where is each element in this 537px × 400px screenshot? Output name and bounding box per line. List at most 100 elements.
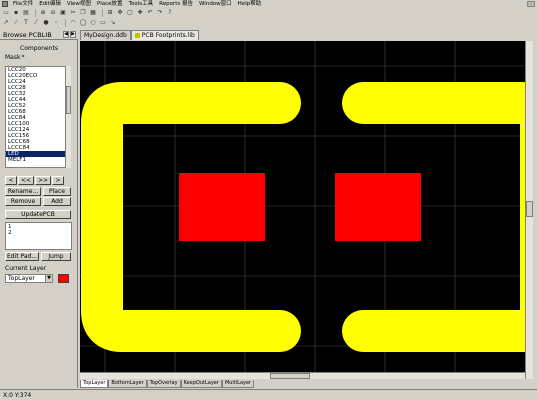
mask-row: Mask * xyxy=(5,54,24,61)
tab-pcb-footprints-label: PCB Footprints.lib xyxy=(141,32,195,39)
menu-bar: File文件 Edit编辑 View视图 Place放置 Tools工具 Rep… xyxy=(0,0,537,8)
main-toolbar: ▭ ▪ ▤ ⊕ ⊖ ▣ ✂ ❐ ▦ ⊞ ✥ ▢ ✚ ↶ ↷ ? xyxy=(0,8,537,18)
arc-icon[interactable]: ◠ xyxy=(69,19,77,27)
menu-view[interactable]: View视图 xyxy=(64,0,94,8)
cut-icon[interactable]: ✂ xyxy=(69,9,77,17)
jump-button[interactable]: Jump xyxy=(41,252,71,261)
menu-tools[interactable]: Tools工具 xyxy=(126,0,157,8)
toolbar-separator xyxy=(102,9,103,17)
panel-next-icon[interactable]: ▶ xyxy=(70,31,76,38)
menu-help[interactable]: Help帮助 xyxy=(235,0,265,8)
last-component-button[interactable]: > xyxy=(52,176,64,185)
current-layer-select[interactable]: TopLayer ▼ xyxy=(5,274,53,283)
tab-mydesign-label: MyDesign.ddb xyxy=(84,32,127,39)
current-layer-label: Current Layer xyxy=(5,265,47,272)
component-nav: < << >> > xyxy=(5,176,73,185)
component-list-scrollbar[interactable] xyxy=(65,66,71,168)
cross-icon[interactable]: ✚ xyxy=(136,9,144,17)
toolbar-separator xyxy=(35,9,36,17)
menu-place[interactable]: Place放置 xyxy=(94,0,126,8)
line-icon[interactable]: ⟋ xyxy=(12,19,20,27)
edit-pad-button[interactable]: Edit Pad... xyxy=(5,252,39,261)
mask-label: Mask xyxy=(5,54,21,61)
remove-button[interactable]: Remove xyxy=(5,197,41,206)
document-tabs: MyDesign.ddb PCB Footprints.lib xyxy=(80,30,537,40)
current-layer-value: TopLayer xyxy=(8,275,35,282)
pad-2[interactable] xyxy=(335,173,421,241)
zoom-out-icon[interactable]: ⊖ xyxy=(49,9,57,17)
canvas-vertical-scrollbar[interactable] xyxy=(525,41,533,379)
component-list[interactable]: LCC20 LCC20ECO LCC24 LCC28 LCC32 LCC44 LCC52 LC… xyxy=(5,66,70,168)
move-icon[interactable]: ✥ xyxy=(116,9,124,17)
horizontal-scroll-thumb[interactable] xyxy=(270,373,310,379)
print-icon[interactable]: ▤ xyxy=(22,9,30,17)
layer-tab-multilayer[interactable]: MultiLayer xyxy=(221,380,255,388)
menu-edit[interactable]: Edit编辑 xyxy=(36,0,64,8)
select-icon[interactable]: ⊞ xyxy=(106,9,114,17)
next-component-button[interactable]: >> xyxy=(35,176,51,185)
pad-1[interactable] xyxy=(179,173,265,241)
system-menu-icon[interactable] xyxy=(2,1,8,7)
panel-nav: ◀ ▶ xyxy=(63,31,76,38)
app-window: File文件 Edit编辑 View视图 Place放置 Tools工具 Rep… xyxy=(0,0,537,400)
pad-icon[interactable]: ● xyxy=(42,19,50,27)
cursor-coordinates: X:0 Y:374 xyxy=(3,392,32,399)
circle-icon[interactable]: ○ xyxy=(89,19,97,27)
chevron-down-icon[interactable]: ▼ xyxy=(45,275,52,282)
region-icon[interactable]: ▭ xyxy=(99,19,107,27)
layer-tab-toplayer[interactable]: TopLayer xyxy=(80,380,109,388)
layer-tab-topoverlay[interactable]: TopOverlay xyxy=(146,380,181,388)
footprint-drawing xyxy=(80,41,525,372)
update-pcb-button[interactable]: UpdatePCB xyxy=(5,210,71,219)
text-icon[interactable]: T xyxy=(22,19,30,27)
status-bar: X:0 Y:374 xyxy=(0,389,537,400)
toolbar-separator xyxy=(65,19,66,27)
layer-tabs: TopLayer BottomLayer TopOverlay KeepOutL… xyxy=(80,380,537,388)
components-label: Components xyxy=(20,45,58,52)
place-button[interactable]: Place xyxy=(43,187,71,196)
prev-component-button[interactable]: << xyxy=(18,176,34,185)
open-icon[interactable]: ▭ xyxy=(2,9,10,17)
add-button[interactable]: Add xyxy=(43,197,71,206)
paste-icon[interactable]: ▦ xyxy=(89,9,97,17)
pad-list[interactable]: 1 2 xyxy=(5,222,72,250)
fill-icon[interactable]: ◯ xyxy=(79,19,87,27)
pad-item[interactable]: 2 xyxy=(8,230,69,236)
menu-file[interactable]: File文件 xyxy=(10,0,36,8)
redo-icon[interactable]: ↷ xyxy=(156,9,164,17)
tab-mydesign[interactable]: MyDesign.ddb xyxy=(80,30,131,40)
deselect-icon[interactable]: ▢ xyxy=(126,9,134,17)
menu-window[interactable]: Window窗口 xyxy=(196,0,235,8)
pcb-canvas[interactable] xyxy=(80,41,525,372)
window-restore-icon[interactable] xyxy=(527,1,535,7)
menu-reports[interactable]: Reports 报告 xyxy=(156,0,196,8)
save-icon[interactable]: ▪ xyxy=(12,9,20,17)
panel-prev-icon[interactable]: ◀ xyxy=(63,31,69,38)
browse-panel: Browse PCBLIB ◀ ▶ Components Mask * LCC2… xyxy=(0,30,78,388)
vertical-scroll-thumb[interactable] xyxy=(526,201,533,217)
layer-color-swatch xyxy=(58,274,69,283)
first-component-button[interactable]: < xyxy=(5,176,17,185)
placement-toolbar: ↗ ⟋ T ⁄ ● ◦ ◠ ◯ ○ ▭ ↘ xyxy=(0,18,537,28)
mask-input[interactable]: * xyxy=(21,54,24,61)
zoom-in-icon[interactable]: ⊕ xyxy=(39,9,47,17)
canvas-horizontal-scrollbar[interactable] xyxy=(80,372,525,379)
rename-button[interactable]: Rename... xyxy=(5,187,41,196)
layer-tab-keepoutlayer[interactable]: KeepOutLayer xyxy=(180,380,222,388)
pointer-icon[interactable]: ↘ xyxy=(109,19,117,27)
scrollbar-thumb[interactable] xyxy=(66,86,71,114)
undo-icon[interactable]: ↶ xyxy=(146,9,154,17)
zoom-fit-icon[interactable]: ▣ xyxy=(59,9,67,17)
panel-header: Browse PCBLIB ◀ ▶ xyxy=(0,30,78,40)
string-icon[interactable]: ⁄ xyxy=(32,19,40,27)
list-item[interactable]: MELF1 xyxy=(6,157,69,163)
copy-icon[interactable]: ❐ xyxy=(79,9,87,17)
library-icon xyxy=(134,33,140,38)
help-icon[interactable]: ? xyxy=(166,9,174,17)
arrow-icon[interactable]: ↗ xyxy=(2,19,10,27)
panel-title: Browse PCBLIB xyxy=(3,30,52,39)
layer-tab-bottomlayer[interactable]: BottomLayer xyxy=(108,380,147,388)
via-icon[interactable]: ◦ xyxy=(52,19,60,27)
tab-pcb-footprints[interactable]: PCB Footprints.lib xyxy=(130,30,199,40)
silkscreen-outline xyxy=(81,82,525,352)
